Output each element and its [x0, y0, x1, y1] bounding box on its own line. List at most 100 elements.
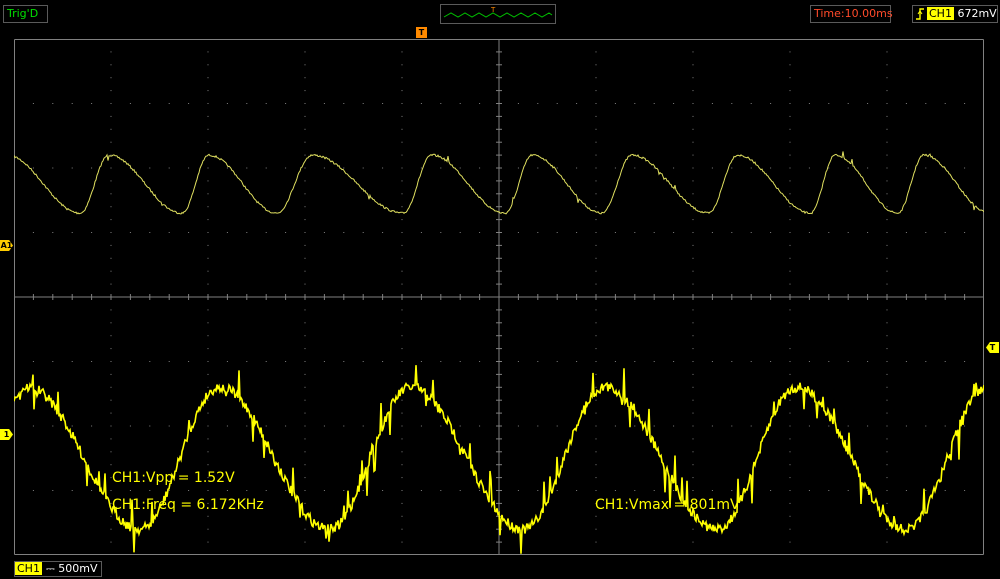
grid-dot: [790, 155, 791, 156]
channel-label: CH1: [15, 562, 42, 575]
trigger-settings[interactable]: CH1 672mV: [912, 5, 998, 23]
grid-dot: [52, 490, 53, 491]
grid-dot: [596, 206, 597, 207]
grid-dot: [208, 490, 209, 491]
grid-dot: [945, 361, 946, 362]
grid-dot: [790, 387, 791, 388]
grid-dot: [634, 232, 635, 233]
grid-dot: [208, 90, 209, 91]
trigger-overview-window[interactable]: T: [440, 4, 556, 24]
grid-dot: [887, 387, 888, 388]
grid-dot: [596, 361, 597, 362]
grid-dot: [111, 168, 112, 169]
grid-dot: [596, 168, 597, 169]
grid-dot: [402, 103, 403, 104]
grid-dot: [402, 374, 403, 375]
grid-dot: [790, 490, 791, 491]
trigger-level-marker[interactable]: T: [986, 342, 999, 353]
grid-dot: [673, 103, 674, 104]
grid-dot: [305, 503, 306, 504]
grid-dot: [887, 258, 888, 259]
grid-dot: [596, 142, 597, 143]
rising-edge-icon: [916, 8, 925, 20]
grid-dot: [227, 490, 228, 491]
grid-dot: [596, 103, 597, 104]
grid-dot: [343, 232, 344, 233]
channel-1-scale[interactable]: CH1 ⎓ 500mV: [14, 561, 102, 577]
grid-dot: [654, 168, 655, 169]
grid-dot: [848, 232, 849, 233]
grid-dot: [208, 271, 209, 272]
grid-dot: [731, 103, 732, 104]
grid-dot: [440, 232, 441, 233]
channel-1-offset-marker[interactable]: 1: [0, 429, 13, 440]
grid-dot: [596, 245, 597, 246]
grid-dot: [91, 103, 92, 104]
grid-dot: [402, 426, 403, 427]
grid-dot: [693, 451, 694, 452]
grid-dot: [402, 529, 403, 530]
reference-marker-a1[interactable]: A1: [0, 240, 13, 251]
grid-dot: [208, 374, 209, 375]
trigger-channel: CH1: [927, 7, 954, 20]
grid-dot: [111, 400, 112, 401]
grid-dot: [596, 438, 597, 439]
grid-dot: [887, 284, 888, 285]
grid-dot: [208, 129, 209, 130]
grid-dot: [887, 245, 888, 246]
grid-dot: [693, 193, 694, 194]
grid-dot: [693, 464, 694, 465]
grid-dot: [111, 348, 112, 349]
grid-dot: [596, 232, 597, 233]
grid-dot: [596, 464, 597, 465]
grid-dot: [867, 168, 868, 169]
grid-dot: [227, 361, 228, 362]
grid-dot: [246, 426, 247, 427]
grid-dot: [343, 490, 344, 491]
grid-dot: [33, 103, 34, 104]
grid-dot: [72, 490, 73, 491]
grid-dot: [984, 103, 985, 104]
grid-dot: [208, 555, 209, 556]
grid-dot: [111, 155, 112, 156]
grid-dot: [208, 245, 209, 246]
grid-dot: [887, 51, 888, 52]
grid-dot: [305, 77, 306, 78]
grid-dot: [246, 103, 247, 104]
grid-dot: [673, 490, 674, 491]
grid-dot: [887, 542, 888, 543]
grid-dot: [576, 232, 577, 233]
grid-dot: [925, 361, 926, 362]
grid-dot: [790, 309, 791, 310]
grid-dot: [208, 309, 209, 310]
grid-dot: [246, 232, 247, 233]
grid-dot: [848, 361, 849, 362]
grid-dot: [945, 490, 946, 491]
grid-dot: [537, 490, 538, 491]
grid-dot: [596, 335, 597, 336]
measurement-frequency: CH1:Freq = 6.172KHz: [112, 497, 264, 513]
grid-dot: [208, 258, 209, 259]
grid-dot: [770, 168, 771, 169]
grid-dot: [91, 426, 92, 427]
trigger-position-marker[interactable]: T: [416, 27, 427, 38]
grid-dot: [537, 232, 538, 233]
grid-dot: [111, 542, 112, 543]
time-base-readout[interactable]: Time:10.00ms: [810, 5, 891, 23]
volts-per-div: 500mV: [58, 562, 97, 575]
grid-dot: [596, 413, 597, 414]
grid-dot: [130, 103, 131, 104]
grid-dot: [72, 103, 73, 104]
grid-dot: [693, 77, 694, 78]
grid-dot: [790, 142, 791, 143]
grid-dot: [169, 426, 170, 427]
grid-dot: [305, 413, 306, 414]
grid-dot: [693, 387, 694, 388]
grid-dot: [925, 103, 926, 104]
grid-dot: [964, 490, 965, 491]
grid-dot: [305, 271, 306, 272]
grid-dot: [421, 426, 422, 427]
grid-dot: [208, 426, 209, 427]
grid-dot: [208, 542, 209, 543]
grid-dot: [596, 555, 597, 556]
